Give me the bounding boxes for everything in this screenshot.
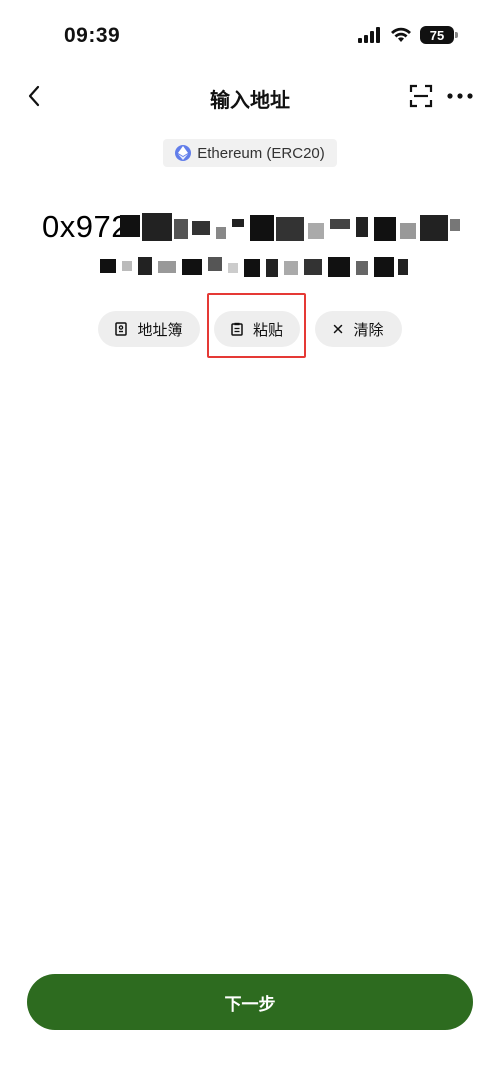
nav-bar: 输入地址: [0, 72, 500, 122]
status-bar: 09:39 75: [0, 0, 500, 72]
address-display[interactable]: 0x972: [40, 205, 470, 285]
next-step-button[interactable]: 下一步: [27, 974, 473, 1030]
battery-level: 75: [429, 27, 445, 43]
address-mask-2: [100, 255, 410, 279]
battery-icon: 75: [420, 26, 458, 44]
network-label: Ethereum (ERC20): [197, 144, 325, 162]
more-button[interactable]: [444, 81, 476, 111]
status-time: 09:39: [64, 24, 121, 47]
wifi-icon: [391, 27, 411, 42]
scan-button[interactable]: [406, 81, 436, 111]
close-icon: [334, 324, 343, 334]
address-mask-1: [120, 211, 460, 245]
address-book-icon: [115, 322, 128, 336]
clear-label: 清除: [353, 321, 384, 339]
more-dots-icon: [447, 93, 473, 99]
network-chip: Ethereum (ERC20): [163, 139, 337, 167]
address-prefix: 0x972: [42, 209, 129, 244]
ethereum-icon: [175, 145, 192, 161]
signal-icon: [358, 27, 380, 43]
paste-highlight-box: [207, 293, 306, 358]
address-book-label: 地址簿: [137, 321, 183, 339]
clear-button[interactable]: 清除: [315, 311, 402, 347]
status-icons: 75: [358, 26, 458, 44]
address-book-button[interactable]: 地址簿: [98, 311, 200, 347]
address-line-1: 0x972: [40, 205, 470, 249]
scan-icon: [409, 84, 433, 108]
